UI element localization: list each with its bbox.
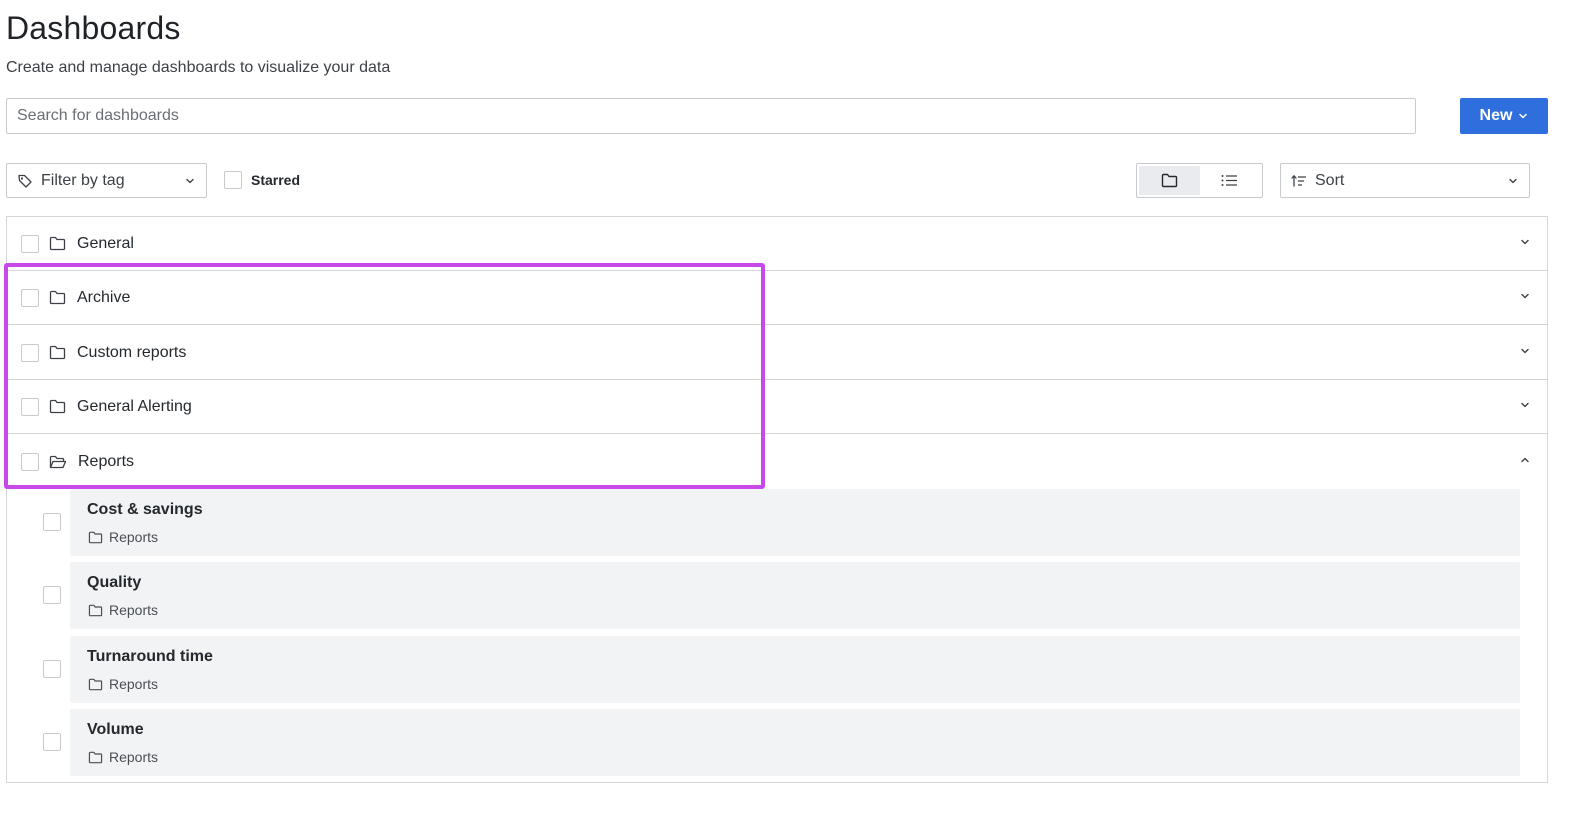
folder-row-archive[interactable]: Archive (7, 271, 1547, 325)
new-button-label: New (1479, 107, 1513, 124)
dashboard-location: Reports (88, 529, 158, 545)
folder-row-general[interactable]: General (7, 217, 1547, 271)
chevron-down-icon[interactable] (1519, 345, 1531, 357)
sort-select[interactable]: Sort (1280, 163, 1530, 198)
new-button[interactable]: New (1460, 98, 1548, 134)
folder-checkbox[interactable] (21, 343, 39, 362)
dashboard-folder-name: Reports (109, 676, 159, 692)
folder-checkbox[interactable] (21, 234, 39, 253)
dashboard-checkbox[interactable] (43, 513, 61, 531)
starred-checkbox[interactable] (224, 171, 242, 189)
dashboard-card[interactable]: Turnaround time Reports (70, 636, 1520, 703)
folder-icon (49, 345, 66, 360)
search-input[interactable] (6, 98, 1416, 134)
dashboard-title: Cost & savings (87, 501, 203, 518)
folder-icon (88, 751, 103, 764)
list-icon (1221, 174, 1238, 187)
filter-by-tag-select[interactable]: Filter by tag (6, 163, 207, 198)
folder-icon (88, 531, 103, 544)
sort-icon (1291, 174, 1307, 188)
filter-by-tag-label: Filter by tag (41, 171, 125, 189)
folder-icon (88, 678, 103, 691)
dashboard-checkbox[interactable] (43, 586, 61, 604)
dashboard-checkbox[interactable] (43, 660, 61, 678)
dashboard-row: Turnaround time Reports (7, 636, 1547, 703)
folder-name: Custom reports (77, 343, 187, 361)
folder-name: Archive (77, 288, 131, 306)
folder-icon (49, 236, 66, 251)
chevron-down-icon[interactable] (1519, 236, 1531, 248)
chevron-down-icon[interactable] (1519, 290, 1531, 302)
chevron-down-icon[interactable] (1519, 399, 1531, 411)
dashboard-location: Reports (88, 602, 158, 618)
folder-row-reports[interactable]: Reports (7, 435, 1547, 489)
dashboard-title: Quality (87, 574, 142, 591)
folder-checkbox[interactable] (21, 453, 39, 471)
folder-row-general-alerting[interactable]: General Alerting (7, 380, 1547, 434)
chevron-up-icon[interactable] (1519, 454, 1531, 466)
folder-checkbox[interactable] (21, 397, 39, 416)
dashboard-row: Volume Reports (7, 709, 1547, 776)
chevron-down-icon (1518, 111, 1528, 121)
chevron-down-icon (1507, 175, 1519, 187)
folder-view-button[interactable] (1139, 166, 1200, 195)
folder-open-icon (49, 455, 67, 470)
dashboard-checkbox[interactable] (43, 733, 61, 751)
page-title: Dashboards (6, 10, 181, 46)
dashboard-card[interactable]: Volume Reports (70, 709, 1520, 776)
folder-name: Reports (78, 453, 135, 470)
folder-icon (49, 290, 66, 305)
page-subtitle: Create and manage dashboards to visualiz… (6, 59, 391, 76)
folder-icon (1161, 173, 1178, 188)
dashboard-title: Turnaround time (87, 648, 213, 665)
view-mode-toggle[interactable] (1136, 163, 1263, 198)
dashboard-card[interactable]: Quality Reports (70, 562, 1520, 629)
dashboard-location: Reports (88, 749, 158, 765)
starred-filter[interactable]: Starred (224, 171, 300, 189)
folder-name: General Alerting (77, 397, 192, 415)
dashboard-folder-name: Reports (109, 749, 159, 765)
dashboard-row: Cost & savings Reports (7, 489, 1547, 556)
folder-name: General (77, 234, 134, 252)
folder-icon (88, 604, 103, 617)
dashboard-folder-name: Reports (109, 529, 159, 545)
starred-label: Starred (251, 172, 301, 188)
list-view-button[interactable] (1200, 166, 1261, 195)
dashboard-title: Volume (87, 721, 144, 738)
folder-icon (49, 399, 66, 414)
dashboard-card[interactable]: Cost & savings Reports (70, 489, 1520, 556)
sort-label: Sort (1315, 171, 1345, 189)
dashboard-folder-name: Reports (109, 602, 159, 618)
dashboard-row: Quality Reports (7, 562, 1547, 629)
folder-checkbox[interactable] (21, 288, 39, 307)
tag-icon (17, 173, 33, 189)
folder-row-custom-reports[interactable]: Custom reports (7, 326, 1547, 380)
dashboard-folder-list: General Archive Custom reports General A… (6, 216, 1548, 783)
dashboard-location: Reports (88, 676, 158, 692)
chevron-down-icon (184, 175, 196, 187)
